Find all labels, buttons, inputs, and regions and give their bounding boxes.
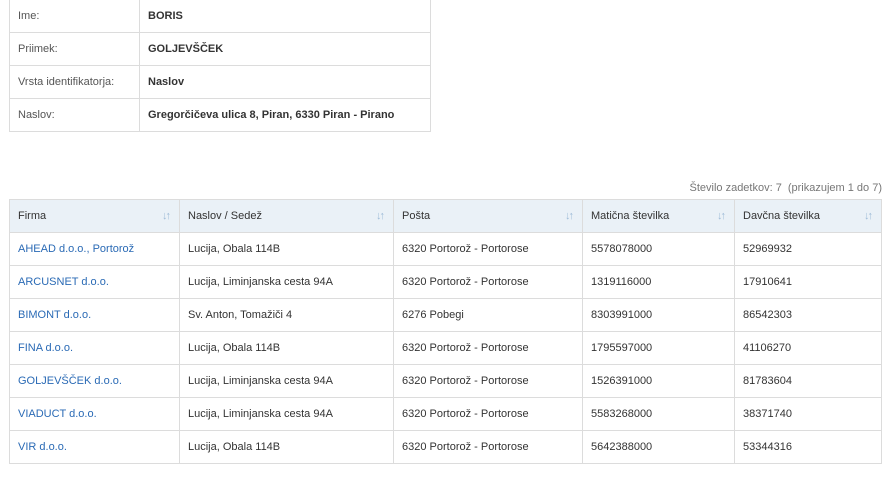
tax-number-cell: 52969932	[734, 232, 882, 266]
column-header-label: Matična številka	[591, 210, 670, 222]
registration-number-cell: 1319116000	[582, 265, 735, 299]
registration-number-cell: 5583268000	[582, 397, 735, 431]
company-link[interactable]: BIMONT d.o.o.	[9, 298, 180, 332]
sort-icon[interactable]: ↓↑	[162, 210, 171, 222]
info-label: Vrsta identifikatorja:	[9, 65, 140, 99]
tax-number-cell: 38371740	[734, 397, 882, 431]
column-header-posta[interactable]: Pošta ↓↑	[393, 199, 583, 233]
info-value: Naslov	[139, 65, 431, 99]
table-row: GOLJEVŠČEK d.o.o. Lucija, Liminjanska ce…	[9, 364, 882, 398]
post-cell: 6320 Portorož - Portorose	[393, 331, 583, 365]
tax-number-cell: 81783604	[734, 364, 882, 398]
column-header-label: Firma	[18, 210, 47, 222]
address-cell: Lucija, Liminjanska cesta 94A	[179, 265, 394, 299]
info-label: Naslov:	[9, 98, 140, 132]
post-cell: 6320 Portorož - Portorose	[393, 232, 583, 266]
post-cell: 6320 Portorož - Portorose	[393, 364, 583, 398]
post-cell: 6320 Portorož - Portorose	[393, 430, 583, 464]
company-link[interactable]: ARCUSNET d.o.o.	[9, 265, 180, 299]
registration-number-cell: 5578078000	[582, 232, 735, 266]
info-value: BORIS	[139, 0, 431, 33]
address-cell: Lucija, Obala 114B	[179, 331, 394, 365]
address-cell: Lucija, Liminjanska cesta 94A	[179, 364, 394, 398]
table-row: VIR d.o.o. Lucija, Obala 114B 6320 Porto…	[9, 430, 882, 464]
table-row: FINA d.o.o. Lucija, Obala 114B 6320 Port…	[9, 331, 882, 365]
sort-icon[interactable]: ↓↑	[864, 210, 873, 222]
column-header-label: Naslov / Sedež	[188, 210, 262, 222]
address-cell: Sv. Anton, Tomažiči 4	[179, 298, 394, 332]
results-count: Število zadetkov: 7 (prikazujem 1 do 7)	[690, 182, 883, 194]
info-row-last-name: Priimek: GOLJEVŠČEK	[9, 32, 431, 66]
registration-number-cell: 1795597000	[582, 331, 735, 365]
registration-number-cell: 8303991000	[582, 298, 735, 332]
address-cell: Lucija, Liminjanska cesta 94A	[179, 397, 394, 431]
company-link[interactable]: AHEAD d.o.o., Portorož	[9, 232, 180, 266]
column-header-label: Davčna številka	[743, 210, 821, 222]
table-row: VIADUCT d.o.o. Lucija, Liminjanska cesta…	[9, 397, 882, 431]
table-row: BIMONT d.o.o. Sv. Anton, Tomažiči 4 6276…	[9, 298, 882, 332]
info-value: Gregorčičeva ulica 8, Piran, 6330 Piran …	[139, 98, 431, 132]
company-link[interactable]: VIADUCT d.o.o.	[9, 397, 180, 431]
info-row-identifier-type: Vrsta identifikatorja: Naslov	[9, 65, 431, 99]
column-header-maticna[interactable]: Matična številka ↓↑	[582, 199, 735, 233]
registration-number-cell: 1526391000	[582, 364, 735, 398]
table-row: ARCUSNET d.o.o. Lucija, Liminjanska cest…	[9, 265, 882, 299]
tax-number-cell: 17910641	[734, 265, 882, 299]
column-header-label: Pošta	[402, 210, 431, 222]
company-link[interactable]: FINA d.o.o.	[9, 331, 180, 365]
company-link[interactable]: GOLJEVŠČEK d.o.o.	[9, 364, 180, 398]
post-cell: 6320 Portorož - Portorose	[393, 265, 583, 299]
table-row: AHEAD d.o.o., Portorož Lucija, Obala 114…	[9, 232, 882, 266]
tax-number-cell: 53344316	[734, 430, 882, 464]
info-label: Ime:	[9, 0, 140, 33]
column-header-davcna[interactable]: Davčna številka ↓↑	[734, 199, 882, 233]
companies-table: Firma ↓↑ Naslov / Sedež ↓↑ Pošta ↓↑ Matična…	[9, 199, 882, 464]
sort-icon[interactable]: ↓↑	[376, 210, 385, 222]
company-link[interactable]: VIR d.o.o.	[9, 430, 180, 464]
table-header-row: Firma ↓↑ Naslov / Sedež ↓↑ Pošta ↓↑ Matična…	[9, 199, 882, 233]
person-info-table: Ime: BORIS Priimek: GOLJEVŠČEK Vrsta ide…	[9, 0, 431, 132]
post-cell: 6276 Pobegi	[393, 298, 583, 332]
address-cell: Lucija, Obala 114B	[179, 232, 394, 266]
table-body: AHEAD d.o.o., Portorož Lucija, Obala 114…	[9, 232, 882, 464]
info-row-first-name: Ime: BORIS	[9, 0, 431, 33]
column-header-naslov[interactable]: Naslov / Sedež ↓↑	[179, 199, 394, 233]
info-value: GOLJEVŠČEK	[139, 32, 431, 66]
tax-number-cell: 86542303	[734, 298, 882, 332]
results-count-text: Število zadetkov: 7	[689, 182, 782, 194]
sort-icon[interactable]: ↓↑	[565, 210, 574, 222]
address-cell: Lucija, Obala 114B	[179, 430, 394, 464]
sort-icon[interactable]: ↓↑	[717, 210, 726, 222]
info-label: Priimek:	[9, 32, 140, 66]
registration-number-cell: 5642388000	[582, 430, 735, 464]
results-range-text: (prikazujem 1 do 7)	[787, 182, 882, 194]
tax-number-cell: 41106270	[734, 331, 882, 365]
info-row-address: Naslov: Gregorčičeva ulica 8, Piran, 633…	[9, 98, 431, 132]
post-cell: 6320 Portorož - Portorose	[393, 397, 583, 431]
column-header-firma[interactable]: Firma ↓↑	[9, 199, 180, 233]
